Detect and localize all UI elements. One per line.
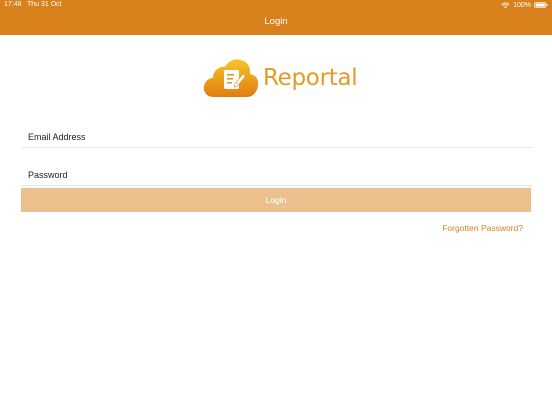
battery-percent: 100% bbox=[513, 1, 531, 9]
status-time: 17:48 bbox=[4, 1, 22, 8]
battery-icon bbox=[534, 2, 548, 8]
forgotten-password-link[interactable]: Forgotten Password? bbox=[442, 223, 523, 233]
cloud-document-icon bbox=[203, 59, 259, 97]
password-input[interactable] bbox=[21, 164, 532, 185]
logo-text: Reportal bbox=[263, 65, 358, 91]
email-input[interactable] bbox=[21, 126, 532, 147]
email-field-container bbox=[21, 126, 532, 148]
app-logo: Reportal bbox=[202, 57, 358, 99]
wifi-icon bbox=[501, 2, 510, 8]
app-header: 17:48 Thu 31 Oct 100% Login bbox=[0, 0, 552, 35]
login-button[interactable]: Login bbox=[21, 188, 531, 212]
status-indicators: 100% bbox=[501, 0, 548, 10]
password-field-container bbox=[21, 164, 532, 186]
page-title: Login bbox=[264, 16, 288, 27]
status-date: Thu 31 Oct bbox=[27, 1, 62, 8]
